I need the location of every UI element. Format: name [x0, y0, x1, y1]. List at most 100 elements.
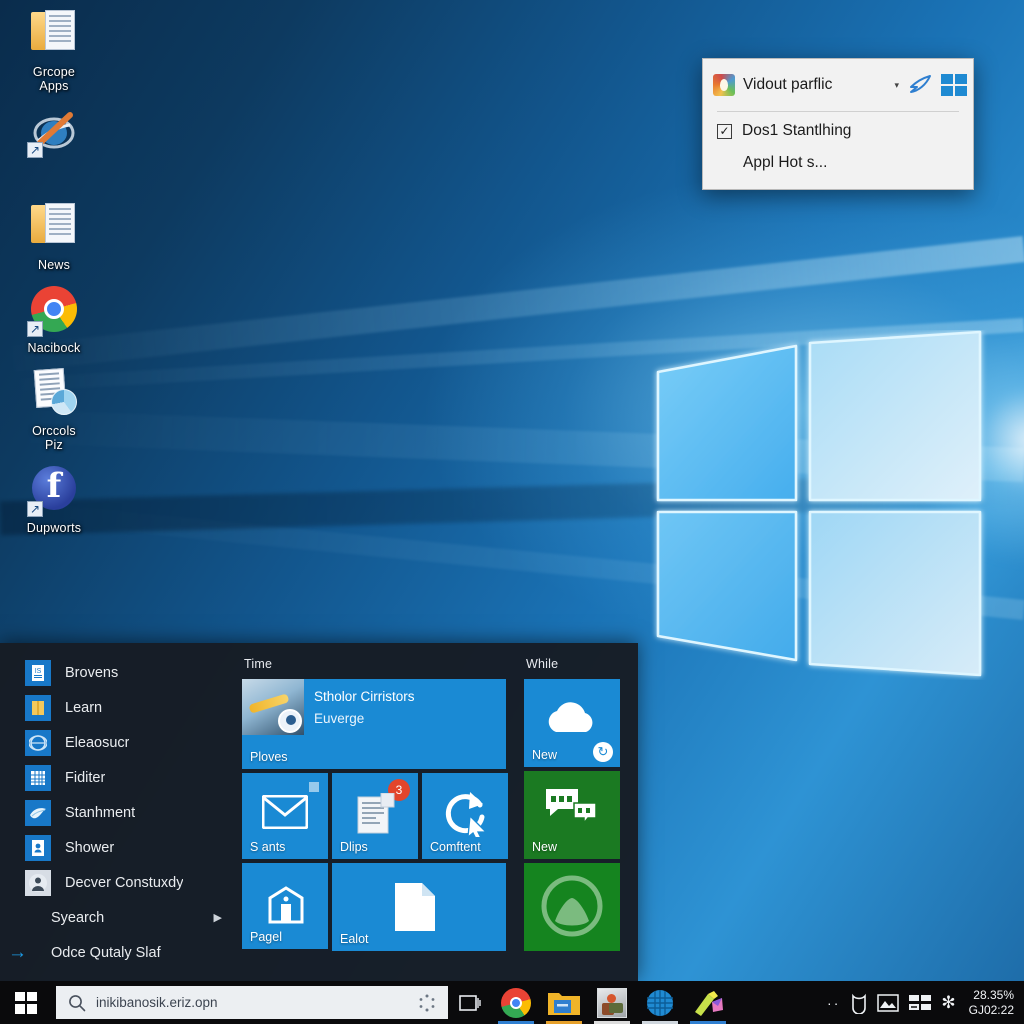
chevron-down-icon[interactable]: ▾ [894, 80, 899, 91]
user-circle-icon [25, 869, 51, 896]
system-tray: ·· ✻ 28.35% GJ02:22 [827, 981, 1024, 1024]
tile-label: Ealot [340, 932, 369, 946]
tile-group-header: Time [244, 657, 273, 671]
sidebar-item-stanhment[interactable]: Stanhment [0, 795, 238, 830]
desktop-icon-grcope-apps[interactable]: Grcope Apps [4, 10, 104, 93]
tile-label: New [532, 840, 558, 854]
desktop-icon-orccols-piz[interactable]: Orccols Piz [4, 367, 104, 452]
tile-messaging-new[interactable]: New [524, 771, 620, 859]
search-input-value: inikibanosik.eriz.opn [96, 995, 218, 1010]
tile-sants[interactable]: S ants [242, 773, 328, 859]
chrome-taskbar-icon [501, 987, 531, 1018]
chevron-right-icon: ▶ [213, 912, 222, 924]
sidebar-item-eleaosucr[interactable]: Eleaosucr [0, 725, 238, 760]
tile-label: S ants [250, 840, 286, 854]
sidebar-item-label: Brovens [65, 664, 119, 681]
tile-live-line1: Stholor Cirristors [314, 689, 415, 704]
popup-menu-item-apply[interactable]: Appl Hot s... [703, 140, 973, 172]
desktop-icon-label: Grcope Apps [32, 65, 76, 93]
sidebar-item-brovens[interactable]: IS Brovens [0, 655, 238, 690]
clock-line1: 28.35% [973, 987, 1014, 1002]
sidebar-item-label: Fiditer [65, 769, 106, 786]
checkbox-checked-icon[interactable]: ✓ [717, 123, 732, 139]
spreadsheet-app-icon [25, 764, 51, 791]
ink-pen-icon[interactable] [907, 73, 933, 97]
sidebar-item-label: Eleaosucr [65, 734, 130, 751]
tile-onedrive-new[interactable]: ↻ New [524, 679, 620, 767]
action-center-icon[interactable]: ✻ [941, 993, 955, 1013]
shortcut-arrow-badge: ↗ [27, 142, 43, 158]
sidebar-item-label: Stanhment [65, 804, 136, 821]
network-globe-taskbar-icon [647, 989, 673, 1016]
tile-dlips[interactable]: 3 Dlips [332, 773, 418, 859]
document-app-icon: IS [25, 659, 51, 686]
network-tray-icon[interactable] [908, 994, 932, 1012]
tile-ealot[interactable]: Ealot [332, 863, 506, 951]
onedrive-cloud-icon [548, 702, 593, 732]
tile-label: Dlips [340, 840, 368, 854]
start-menu-tiles: Time Stholor Cirristors Euverge Ploves S… [238, 643, 638, 981]
popup-titlebar: Vidout parflic ▾ [703, 59, 973, 111]
sidebar-item-label: Syearch [51, 909, 105, 926]
taskbar-app-chrome[interactable] [492, 981, 540, 1024]
desktop-icon-nacibock[interactable]: ↗ Nacibock [4, 286, 104, 355]
start-button[interactable] [0, 981, 52, 1024]
photos-taskbar-icon [597, 987, 627, 1018]
tile-pagel[interactable]: Pagel [242, 863, 328, 949]
sidebar-item-learn[interactable]: Learn [0, 690, 238, 725]
taskbar: inikibanosik.eriz.opn ·· ✻ 28.35% GJ02:2… [0, 981, 1024, 1024]
windows-start-icon [15, 991, 37, 1014]
messaging-icon [546, 789, 597, 826]
tile-ploves[interactable]: Stholor Cirristors Euverge Ploves [242, 679, 506, 769]
tile-marker-icon [309, 782, 319, 792]
sidebar-item-shower[interactable]: Shower [0, 830, 238, 865]
wallpaper-windows-logo [650, 330, 990, 680]
color-palette-icon[interactable] [713, 74, 735, 96]
taskbar-app-photos[interactable] [588, 981, 636, 1024]
sidebar-item-syearch[interactable]: Syearch ▶ [0, 900, 238, 935]
news-document-icon [357, 793, 395, 834]
paint-taskbar-icon [695, 990, 723, 1016]
mail-icon [262, 795, 308, 829]
sync-badge-icon: ↻ [593, 742, 613, 762]
desktop-screen: Grcope Apps ↗ News ↗ Nacibock Orccols Pi… [0, 0, 1024, 1024]
book-app-icon [25, 694, 51, 721]
cortana-ring-icon[interactable] [418, 994, 436, 1012]
floating-toolbar-window[interactable]: Vidout parflic ▾ ✓ Dos1 Stantlhing Appl … [702, 58, 974, 190]
taskbar-app-network[interactable] [636, 981, 684, 1024]
globe-app-icon [25, 729, 51, 756]
desktop-icon-dupworts[interactable]: f ↗ Dupworts [4, 466, 104, 535]
popup-menu-item-label: Appl Hot s... [743, 154, 828, 171]
sidebar-item-odce-qutaly-slaf[interactable]: → Odce Qutaly Slaf [0, 935, 238, 970]
folder-documents-icon [27, 10, 81, 62]
tile-xbox[interactable] [524, 863, 620, 951]
sidebar-item-decver-constuxdy[interactable]: Decver Constuxdy [0, 865, 238, 900]
taskbar-app-paint3d[interactable] [684, 981, 732, 1024]
onedrive-tray-icon[interactable] [849, 992, 868, 1014]
task-view-icon[interactable] [448, 981, 492, 1024]
desktop-icon-internet-explorer[interactable]: ↗ [4, 107, 104, 159]
popup-title: Vidout parflic [743, 76, 833, 93]
popup-menu-item-checkbox[interactable]: ✓ Dos1 Stantlhing [703, 112, 973, 140]
desktop-icon-label: Nacibock [27, 341, 81, 355]
hidden-icons-icon[interactable]: ·· [827, 995, 840, 1011]
sidebar-item-label: Decver Constuxdy [65, 874, 184, 891]
blank-page-icon [395, 883, 435, 931]
display-tray-icon[interactable] [877, 993, 900, 1012]
file-explorer-taskbar-icon [548, 992, 580, 1015]
tile-label: Pagel [250, 930, 282, 944]
people-badge-icon [278, 709, 302, 733]
taskbar-clock[interactable]: 28.35% GJ02:22 [965, 988, 1016, 1018]
tile-label: Comftent [430, 840, 481, 854]
taskbar-app-file-explorer[interactable] [540, 981, 588, 1024]
tile-comftent[interactable]: Comftent [422, 773, 508, 859]
windows-logo-icon[interactable] [941, 74, 967, 96]
clock-line2: GJ02:22 [968, 1002, 1014, 1017]
sidebar-item-fiditer[interactable]: Fiditer [0, 760, 238, 795]
start-menu: IS Brovens Learn Eleaosucr Fiditer Stanh… [0, 643, 638, 981]
tile-live-line2: Euverge [314, 711, 365, 726]
desktop-icon-news[interactable]: News [4, 203, 104, 272]
sidebar-item-label: Learn [65, 699, 103, 716]
chrome-icon: ↗ [27, 286, 81, 338]
search-input[interactable]: inikibanosik.eriz.opn [56, 986, 448, 1019]
